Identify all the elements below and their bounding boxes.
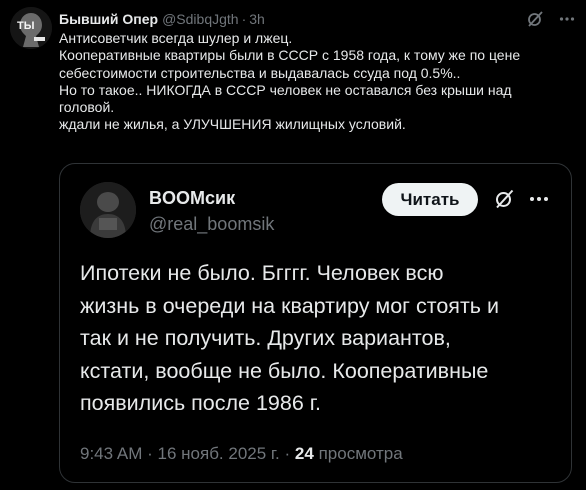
grok-icon[interactable] [493, 188, 515, 210]
quoted-line: жизнь в очереди на квартиру мог стоять и [80, 293, 499, 318]
meta-separator: · [147, 444, 153, 463]
grok-icon[interactable] [526, 10, 544, 28]
post-line: Кооперативные квартиры были в СССР с 195… [59, 47, 521, 64]
quoted-time[interactable]: 9:43 AM [80, 444, 142, 463]
post-line: Но то такое.. НИКОГДА в СССР человек не … [59, 81, 512, 98]
quoted-line: Ипотеки не было. Бгггг. Человек всю [80, 261, 444, 285]
quoted-avatar-image [80, 182, 136, 238]
avatar-image: ТЫ [10, 7, 52, 49]
author-handle[interactable]: @SdibqJgth [162, 11, 238, 27]
quoted-author-name[interactable]: BOOMсик [149, 188, 235, 209]
post-line: ждали не жилья, а УЛУЧШЕНИЯ жилищных усл… [59, 116, 406, 133]
more-icon[interactable] [558, 10, 576, 28]
quoted-line: кстати, вообще не было. Кооперативные [80, 358, 489, 383]
post-line: головой. [59, 99, 115, 116]
quoted-line: так и не получить. Других вариантов, [80, 326, 451, 351]
quoted-author-avatar[interactable] [80, 182, 136, 238]
header-actions [526, 9, 576, 29]
post-header: Бывший Опер @SdibqJgth · 3h [59, 9, 576, 29]
views-count[interactable]: 24 [295, 444, 314, 463]
quoted-line: появились после 1986 г. [80, 391, 321, 416]
meta-separator: · [284, 444, 291, 463]
quoted-date[interactable]: 16 нояб. 2025 г. [158, 444, 280, 463]
quoted-post-text: Ипотеки не было. Бгггг. Человек всю жизн… [80, 257, 560, 420]
post-line: себестоимости строительства и выдавалась… [59, 64, 461, 81]
more-icon[interactable] [528, 188, 550, 210]
post-text: Антисоветчик всегда шулер и лжец. Коопер… [59, 30, 569, 134]
author-avatar[interactable]: ТЫ [10, 7, 52, 49]
post-time[interactable]: 3h [249, 11, 265, 27]
views-label: просмотра [318, 444, 403, 463]
post-line: Антисоветчик всегда шулер и лжец. [59, 30, 293, 46]
avatar-lettering: ТЫ [17, 20, 35, 32]
quoted-author-handle[interactable]: @real_boomsik [149, 214, 274, 235]
quoted-post-meta: 9:43 AM · 16 нояб. 2025 г. · 24 просмотр… [80, 444, 403, 464]
follow-button[interactable]: Читать [382, 183, 478, 216]
author-name[interactable]: Бывший Опер [59, 11, 158, 27]
quoted-post-card[interactable]: BOOMсик @real_boomsik Читать Ипотеки не … [59, 163, 572, 483]
separator-dot: · [241, 11, 247, 27]
